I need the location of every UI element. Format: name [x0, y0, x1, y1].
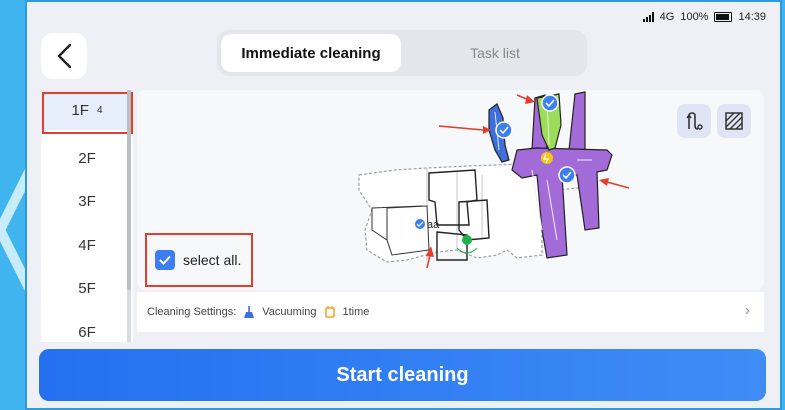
room-selected-check-icon[interactable]: [495, 121, 513, 139]
back-button[interactable]: [41, 33, 87, 79]
floor-label: 5F: [78, 279, 96, 297]
chevron-left-icon: [57, 43, 72, 69]
route-icon: [686, 112, 703, 130]
mode-tabs: Immediate cleaning Task list: [217, 30, 587, 76]
start-cleaning-button[interactable]: Start cleaning: [39, 349, 766, 401]
hatch-pattern-icon: [725, 112, 743, 130]
network-label: 4G: [659, 11, 675, 23]
floor-scrollbar[interactable]: [127, 90, 131, 342]
repeat-icon: [324, 306, 335, 318]
battery-percent: 100%: [680, 11, 709, 23]
app-window: 4G 100% 14:39 Immediate cleaning Task li…: [25, 0, 782, 410]
floor-label: 6F: [78, 323, 96, 341]
signal-icon: [642, 12, 654, 22]
select-all-label: select all.: [183, 252, 242, 268]
settings-prefix: Cleaning Settings:: [147, 306, 237, 318]
clock: 14:39: [738, 11, 766, 23]
status-bar: 4G 100% 14:39: [642, 11, 766, 23]
vacuum-icon: [244, 306, 255, 318]
robot-position-icon: [462, 235, 472, 245]
floor-label: 4F: [78, 236, 96, 254]
floor-item-2f[interactable]: 2F: [41, 138, 133, 178]
cleaning-route-toggle[interactable]: [677, 104, 711, 138]
floor-label: 3F: [78, 192, 96, 210]
tab-immediate-cleaning[interactable]: Immediate cleaning: [221, 34, 401, 72]
room-selected-check-icon[interactable]: [558, 166, 576, 184]
cleaning-times: 1time: [342, 306, 370, 318]
cleaning-mode: Vacuuming: [262, 306, 317, 318]
battery-icon: [714, 12, 733, 22]
floor-label: 2F: [78, 149, 96, 167]
room-selected-check-icon[interactable]: [415, 219, 425, 229]
chevron-right-icon: ›: [744, 302, 750, 319]
floor-item-3f[interactable]: 3F: [41, 181, 133, 221]
carpet-area-toggle[interactable]: [717, 104, 751, 138]
floor-item-6f[interactable]: 6F: [41, 312, 133, 342]
selected-floor-highlight: [42, 92, 133, 134]
floor-item-5f[interactable]: 5F: [41, 268, 133, 308]
cleaning-settings-row[interactable]: Cleaning Settings: Vacuuming 1time ›: [137, 292, 764, 332]
floor-item-4f[interactable]: 4F: [41, 225, 133, 265]
tab-task-list[interactable]: Task list: [407, 34, 583, 72]
checkbox-checked-icon[interactable]: [155, 250, 175, 270]
room-label: aa: [427, 219, 440, 231]
room-selected-check-icon[interactable]: [541, 94, 559, 112]
select-all-toggle[interactable]: select all.: [145, 233, 253, 287]
